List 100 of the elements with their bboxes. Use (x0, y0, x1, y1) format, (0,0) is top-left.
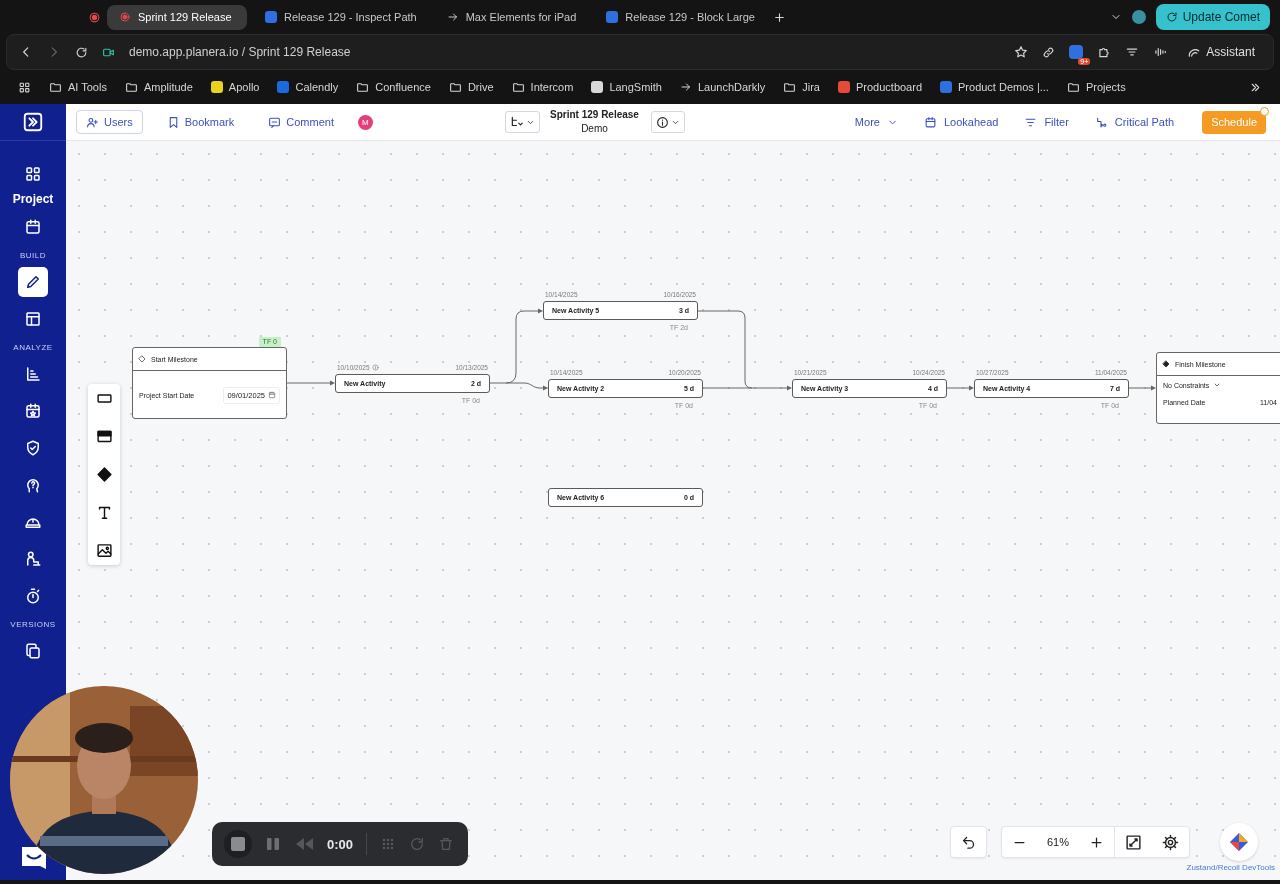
bookmark-link[interactable]: Calendly (295, 81, 339, 93)
grid-icon (24, 164, 42, 183)
folder-icon (448, 80, 462, 94)
zoom-level: 61% (1046, 836, 1069, 848)
critical-path-button[interactable]: Critical Path (1088, 115, 1181, 129)
reload-icon (1165, 11, 1178, 23)
undo-button[interactable] (949, 826, 987, 858)
shield-icon (24, 438, 42, 457)
copy-icon (24, 641, 42, 660)
arrow-icon (679, 81, 692, 93)
person-desk-icon (24, 549, 42, 568)
bookmark-link[interactable]: LaunchDarkly (697, 81, 766, 93)
hierarchy-icon (510, 115, 524, 129)
diamond-icon (1162, 360, 1170, 368)
address-field[interactable]: demo.app.planera.io / Sprint 129 Release (129, 45, 351, 59)
star-icon[interactable] (1014, 45, 1029, 59)
browser-tab[interactable]: Max Elements for iPad (434, 4, 589, 30)
connector-arrow (1128, 385, 1156, 391)
bookmark-button[interactable]: Bookmark (156, 110, 245, 134)
assistant-button[interactable]: Assistant (1181, 44, 1261, 60)
lookahead-button[interactable]: Lookahead (917, 115, 1005, 129)
folder-icon (356, 80, 370, 94)
record-icon (119, 11, 131, 23)
bookmark-link[interactable]: Jira (802, 81, 820, 93)
browser-tab[interactable]: Sprint 129 Release (107, 4, 247, 30)
profile-icon[interactable] (1131, 10, 1146, 24)
diamond-logo-icon (1229, 832, 1249, 852)
reload-icon[interactable] (75, 45, 88, 59)
connector-arrow (946, 385, 974, 391)
browser-tab[interactable]: Release 129 - Block Large (594, 4, 767, 30)
stop-button[interactable] (224, 830, 252, 858)
puzzle-icon[interactable] (1097, 45, 1112, 59)
plan-title: Sprint 129 Release (550, 108, 639, 122)
pause-icon[interactable] (265, 836, 281, 852)
diamond-tool-icon[interactable] (95, 466, 113, 483)
sidebar-item[interactable] (18, 266, 48, 297)
project-title: Project (12, 192, 54, 206)
users-button[interactable]: Users (76, 110, 143, 134)
chevron-down-icon (1213, 381, 1222, 389)
chart-icon (24, 364, 42, 383)
expand-sidebar-icon[interactable] (22, 111, 44, 133)
undo-icon (960, 834, 976, 850)
section-heading: VERSIONS (10, 620, 56, 629)
app-icon (606, 11, 619, 23)
stopwatch-icon (24, 586, 42, 605)
apps-grid-icon[interactable] (18, 80, 31, 94)
new-tab-icon[interactable] (773, 10, 786, 24)
fit-screen-icon[interactable] (1125, 833, 1142, 851)
info-icon (655, 115, 669, 129)
folder-icon (511, 80, 525, 94)
bookmark-link[interactable]: Amplitude (143, 81, 193, 93)
path-icon (1094, 115, 1108, 129)
comment-button[interactable]: Comment (258, 110, 344, 134)
plan-subtitle: Demo (581, 122, 608, 136)
chat-icon[interactable] (19, 844, 49, 872)
users-icon (86, 115, 99, 129)
record-icon[interactable] (88, 10, 101, 24)
calendar-icon (268, 391, 276, 399)
settings-icon[interactable] (1162, 833, 1179, 851)
bookmark-link[interactable]: Apollo (228, 81, 260, 93)
calendar-icon (24, 217, 42, 236)
recording-time: 0:00 (327, 836, 354, 852)
section-heading: ANALYZE (13, 343, 53, 352)
info-dropdown[interactable] (650, 111, 685, 133)
filter-button[interactable]: Filter (1018, 115, 1075, 129)
devtools-link[interactable]: Zustand/Recoil DevTools (1186, 863, 1275, 872)
bookmark-link[interactable]: Drive (467, 81, 494, 93)
calendar-icon (923, 115, 937, 129)
arrow-icon (446, 11, 459, 23)
layout-icon (24, 309, 42, 328)
restart-icon[interactable] (409, 836, 426, 852)
app-icon (265, 11, 277, 23)
bookmark-link[interactable]: Product Demos |... (958, 81, 1049, 93)
browser-tab[interactable]: Release 129 - Inspect Path (253, 4, 429, 30)
link-icon[interactable] (1042, 45, 1056, 59)
extension-icon[interactable] (1069, 45, 1084, 59)
view-dropdown[interactable] (505, 111, 540, 133)
bookmark-link[interactable]: Projects (1085, 81, 1126, 93)
app-logo-button[interactable] (1220, 823, 1258, 861)
more-menu[interactable]: More (848, 116, 904, 128)
avatar[interactable]: M (357, 114, 373, 130)
bookmark-link[interactable]: Intercom (530, 81, 574, 93)
folder-icon (124, 80, 138, 94)
stop-icon (231, 837, 245, 851)
audio-wave-icon[interactable] (1153, 45, 1168, 59)
update-button[interactable]: Update Comet (1155, 4, 1270, 30)
folder-icon (1066, 80, 1080, 94)
header-box-tool-icon[interactable] (95, 428, 113, 445)
bookmark-link[interactable]: Productboard (855, 81, 922, 93)
bookmark-link[interactable]: Confluence (375, 81, 431, 93)
diamond-outline-icon (138, 355, 146, 363)
bookmark-link[interactable]: LangSmith (609, 81, 662, 93)
comment-icon (268, 115, 282, 129)
menu-icon[interactable] (1125, 45, 1140, 59)
zoom-in-icon[interactable] (1089, 834, 1104, 850)
bookmark-link[interactable]: AI Tools (68, 81, 107, 93)
image-tool-icon[interactable] (95, 542, 113, 559)
folder-icon (783, 80, 797, 94)
connector-arrow (286, 380, 335, 386)
section-heading: BUILD (19, 251, 47, 260)
